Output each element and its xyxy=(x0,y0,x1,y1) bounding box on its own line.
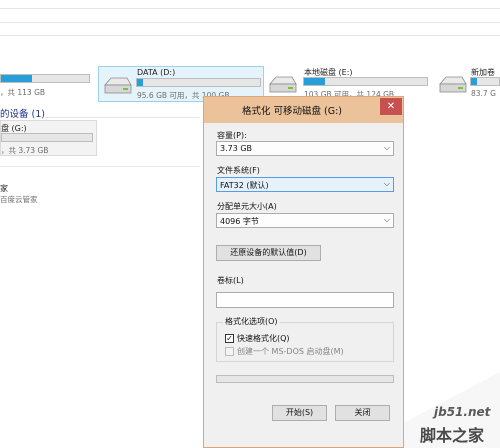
drive-info: 83.7 G xyxy=(471,89,496,98)
drive-usage-bar xyxy=(136,78,261,87)
allocation-value: 4096 字节 xyxy=(220,217,259,226)
drive-info: ，共 3.73 GB xyxy=(1,146,49,155)
capacity-label: 容量(P): xyxy=(217,131,247,140)
chevron-down-icon: ⌵ xyxy=(383,143,390,152)
chevron-down-icon: ⌵ xyxy=(383,215,390,224)
drive-usage-fill xyxy=(304,78,325,85)
allocation-select[interactable]: 4096 字节 ⌵ xyxy=(216,213,394,228)
hard-drive-icon xyxy=(269,76,297,93)
chevron-down-icon: ⌵ xyxy=(383,179,390,188)
filesystem-select[interactable]: FAT32 (默认) ⌵ xyxy=(216,177,394,192)
volume-label-label: 卷标(L) xyxy=(217,276,244,285)
network-location-name[interactable]: 家 xyxy=(0,183,8,194)
drive-usage-fill xyxy=(137,79,144,86)
address-divider xyxy=(0,35,500,36)
close-icon[interactable]: ✕ xyxy=(380,98,402,115)
drive-usage-fill xyxy=(471,78,477,85)
drive-tile-f[interactable]: 新加卷 83.7 G xyxy=(436,66,500,102)
drive-tile-c[interactable]: ，共 113 GB xyxy=(0,64,96,100)
ribbon-divider xyxy=(0,8,500,9)
quick-format-checkbox[interactable]: ✓ xyxy=(225,334,234,343)
close-button[interactable]: 关闭 xyxy=(335,405,390,421)
format-options-legend: 格式化选项(O) xyxy=(223,316,280,327)
format-progress-bar xyxy=(216,375,394,383)
filesystem-label: 文件系统(F) xyxy=(217,166,260,175)
restore-defaults-button[interactable]: 还原设备的默认值(D) xyxy=(216,245,321,261)
drive-info: ，共 113 GB xyxy=(0,88,46,97)
volume-label-input[interactable] xyxy=(216,292,394,308)
checkmark-icon: ✓ xyxy=(226,334,233,343)
allocation-label: 分配单元大小(A) xyxy=(217,202,277,211)
msdos-checkbox[interactable] xyxy=(225,347,234,356)
hard-drive-icon xyxy=(439,76,467,93)
hard-drive-icon xyxy=(104,77,132,94)
drive-usage-bar xyxy=(303,77,428,86)
msdos-label: 创建一个 MS-DOS 启动盘(M) xyxy=(237,347,344,356)
format-dialog: 格式化 可移动磁盘 (G:) ✕ 容量(P): 3.73 GB ⌵ 文件系统(F… xyxy=(203,96,404,448)
drive-tile-g[interactable]: 盘 (G:) ，共 3.73 GB xyxy=(0,120,97,156)
watermark-url: jb51.net xyxy=(434,405,491,419)
drive-usage-bar xyxy=(470,77,500,86)
network-location-sub: 百度云管家 xyxy=(0,195,38,204)
drive-name: DATA (D:) xyxy=(137,68,176,77)
section-divider xyxy=(45,117,200,118)
drive-usage-bar xyxy=(0,74,90,83)
watermark-brand: 脚本之家 xyxy=(420,426,485,445)
dialog-titlebar[interactable]: 格式化 可移动磁盘 (G:) ✕ xyxy=(204,97,403,123)
quick-format-label: 快速格式化(Q) xyxy=(237,334,290,343)
capacity-select[interactable]: 3.73 GB ⌵ xyxy=(216,141,394,156)
start-button[interactable]: 开始(S) xyxy=(272,405,327,421)
removable-devices-heading[interactable]: 的设备 (1) xyxy=(0,106,45,120)
drive-usage-fill xyxy=(1,75,32,82)
ribbon-divider xyxy=(0,22,500,23)
capacity-value: 3.73 GB xyxy=(220,144,253,153)
dialog-title: 格式化 可移动磁盘 (G:) xyxy=(241,106,342,117)
filesystem-value: FAT32 (默认) xyxy=(220,181,269,190)
drive-usage-bar xyxy=(1,133,93,142)
section-divider xyxy=(0,166,200,167)
